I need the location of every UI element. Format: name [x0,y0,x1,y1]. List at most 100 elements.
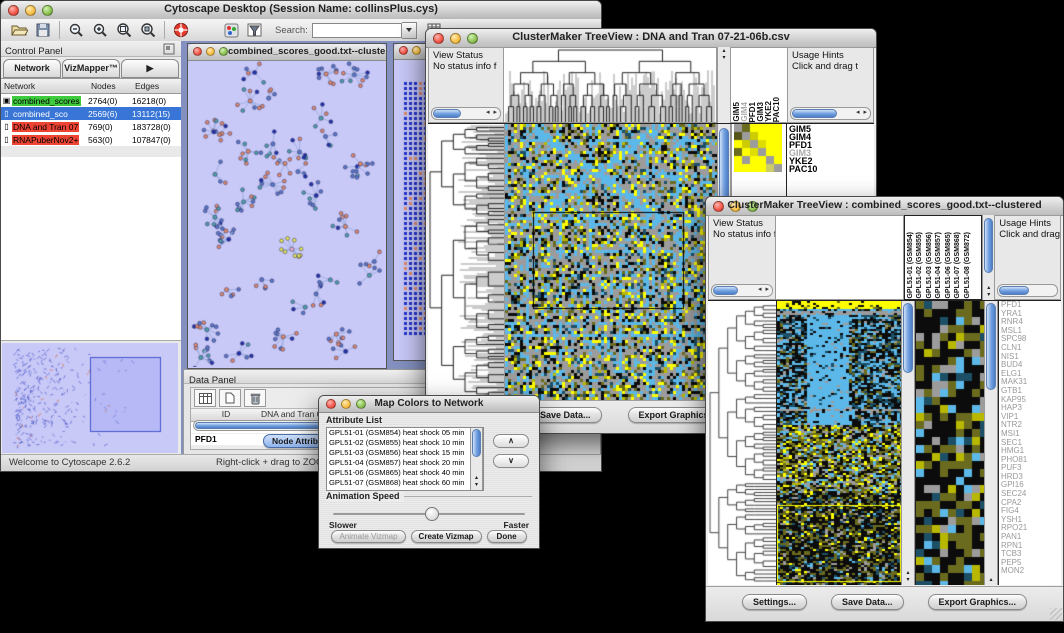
attribute-list-item[interactable]: GPL51-03 (GSM856) heat shock 15 min [329,448,483,458]
attribute-select-icon[interactable] [194,389,216,407]
tv1-usage-hints-text: Click and drag t [788,61,873,72]
slider-thumb[interactable] [425,507,439,521]
control-panel-tab[interactable]: ▶ [121,59,179,78]
create-vizmap-button[interactable]: Create Vizmap [411,530,482,543]
tv2-status-hscrollbar[interactable]: ◂ ▸ [711,284,773,297]
filter-icon[interactable] [243,20,267,40]
tv2-column-label[interactable]: GPL51-01 (GSM854) [906,232,916,299]
tv2-column-label[interactable]: GPL51-03 (GSM856) [925,232,935,299]
tv2-zoom-heatmap[interactable] [915,301,984,585]
tv1-zoom-heatmap[interactable] [734,124,782,172]
zoom-in-icon[interactable] [88,20,112,40]
network-canvas[interactable] [188,61,384,367]
close-button[interactable] [399,46,408,55]
col-header-nodes[interactable]: Nodes [91,81,135,91]
animate-vizmap-button[interactable]: Animate Vizmap [331,530,405,543]
attribute-list-vscrollbar[interactable]: ▴▾ [470,428,483,490]
tv2-column-label[interactable]: GPL51-06 (GSM865) [944,232,954,299]
network-table-row[interactable]: ▯ combined_sco 2569(6) 13112(15) [1,107,181,120]
dialog-title: Map Colors to Network [319,398,539,409]
control-panel-tabs: Network VizMapper™ ▶ [1,57,181,78]
gene-label[interactable]: MON2 [999,567,1061,576]
zoom-selected-icon[interactable] [136,20,160,40]
tv1-status-hscrollbar[interactable]: ◂ ▸ [431,107,501,120]
tv2-column-label[interactable]: GPL51-02 (GSM855) [915,232,925,299]
minimize-button[interactable] [412,46,421,55]
tv1-row-dendrogram[interactable] [428,124,505,400]
faster-label: Faster [503,520,529,530]
attribute-list-item[interactable]: GPL51-07 (GSM868) heat shock 60 min [329,478,483,488]
search-dropdown-button[interactable] [402,22,417,39]
tv1-heatmap[interactable] [505,124,717,400]
new-attribute-icon[interactable] [219,389,241,407]
tv2-column-label[interactable]: GPL51-08 (GSM872) [963,232,973,299]
open-file-icon[interactable] [7,20,31,40]
tv2-footer: Settings... Save Data... Export Graphics..… [706,586,1063,621]
col-header-edges[interactable]: Edges [135,81,181,91]
animation-speed-slider[interactable] [333,509,525,519]
treeview1-title-bar[interactable]: ClusterMaker TreeView : DNA and Tran 07-… [426,29,876,48]
tv2-column-labels: GPL51-01 (GSM854)GPL51-02 (GSM855)GPL51-… [904,215,982,300]
tv2-zoom-vscrollbar[interactable]: ▴ [984,301,998,585]
save-icon[interactable] [31,20,55,40]
tv2-footer-button[interactable]: Export Graphics... [928,594,1028,610]
network-table-row[interactable]: ▯ DNA and Tran 07 769(0) 183728(0) [1,120,181,133]
tv2-row-dendrogram[interactable] [708,301,777,585]
tv1-column-labels: GIM5GIM4PFD1GIM3YKE2PAC10 [731,47,788,123]
attribute-list-item[interactable]: GPL51-04 (GSM857) heat shock 20 min [329,458,483,468]
tv2-hints-hscrollbar[interactable] [997,284,1058,297]
attribute-listbox[interactable]: GPL51-01 (GSM854) heat shock 05 minGPL51… [326,427,484,491]
tv2-footer-button[interactable]: Save Data... [831,594,904,610]
help-lifesaver-icon[interactable] [169,20,193,40]
tv1-column-label[interactable]: PAC10 [773,97,781,122]
tv2-column-label[interactable]: GPL51-07 (GSM868) [953,232,963,299]
move-up-button[interactable]: ∧ [493,434,529,448]
status-zoom-hint: Right-click + drag to ZOOM [216,457,331,468]
chevron-down-icon [406,28,412,32]
network-file-icon: ▣ [1,96,12,105]
treeview2-title-bar[interactable]: ClusterMaker TreeView : combined_scores_… [706,197,1063,216]
zoom-out-icon[interactable] [64,20,88,40]
vizmapper-icon[interactable] [219,20,243,40]
tv2-labels-vscrollbar[interactable]: ▴▾ [982,215,995,300]
tv1-column-dendrogram[interactable] [504,47,717,123]
data-panel-title: Data Panel [184,375,236,386]
animation-speed-label: Animation Speed [326,491,404,501]
tv2-footer-button[interactable]: Settings... [742,594,807,610]
network-window-1: combined_scores_good.txt--cluste... [187,43,387,369]
control-panel-title: Control Panel [1,46,63,57]
tv1-usage-hints-title: Usage Hints [788,48,873,61]
move-down-button[interactable]: ∨ [493,454,529,468]
attribute-list-item[interactable]: GPL51-01 (GSM854) heat shock 05 min [329,428,483,438]
delete-attribute-icon[interactable] [244,389,266,407]
dialog-title-bar[interactable]: Map Colors to Network [319,396,539,413]
desktop: Cytoscape Desktop (Session Name: collins… [0,0,1064,633]
col-header-network[interactable]: Network [1,81,91,91]
search-input[interactable] [312,23,402,38]
network-file-icon: ▯ [1,109,12,118]
main-title-bar[interactable]: Cytoscape Desktop (Session Name: collins… [1,1,601,20]
treeview1-title: ClusterMaker TreeView : DNA and Tran 07-… [426,31,876,43]
treeview2-window: ClusterMaker TreeView : combined_scores_… [705,196,1064,622]
network-table-row[interactable]: ▣ combined_scores 2764(0) 16218(0) [1,94,181,107]
zoom-fit-icon[interactable] [112,20,136,40]
search-label: Search: [275,25,308,36]
tv1-view-status-text: No status info f [429,61,503,72]
birdseye-view[interactable] [2,343,178,453]
control-panel-tab[interactable]: VizMapper™ [62,59,120,78]
network-table-row[interactable]: ▯ RNAPuberNov2+ 563(0) 107847(0) [1,133,181,146]
tv2-heatmap-vscrollbar[interactable]: ▴▾ [901,301,915,585]
float-panel-icon[interactable] [157,39,181,59]
network-file-icon: ▯ [1,122,12,131]
tv1-view-status-title: View Status [429,48,503,61]
tv1-row-label[interactable]: PAC10 [787,165,874,173]
tv1-hints-hscrollbar[interactable]: ◂ ▸ [790,107,871,120]
main-window-title: Cytoscape Desktop (Session Name: collins… [1,3,601,15]
slower-label: Slower [329,520,357,530]
tv2-heatmap[interactable] [777,301,901,585]
done-button[interactable]: Done [487,530,527,543]
control-panel-tab[interactable]: Network [3,59,61,78]
attribute-list-item[interactable]: GPL51-02 (GSM855) heat shock 10 min [329,438,483,448]
attribute-list-item[interactable]: GPL51-06 (GSM865) heat shock 40 min [329,468,483,478]
tv2-column-label[interactable]: GPL51-04 (GSM857) [934,232,944,299]
